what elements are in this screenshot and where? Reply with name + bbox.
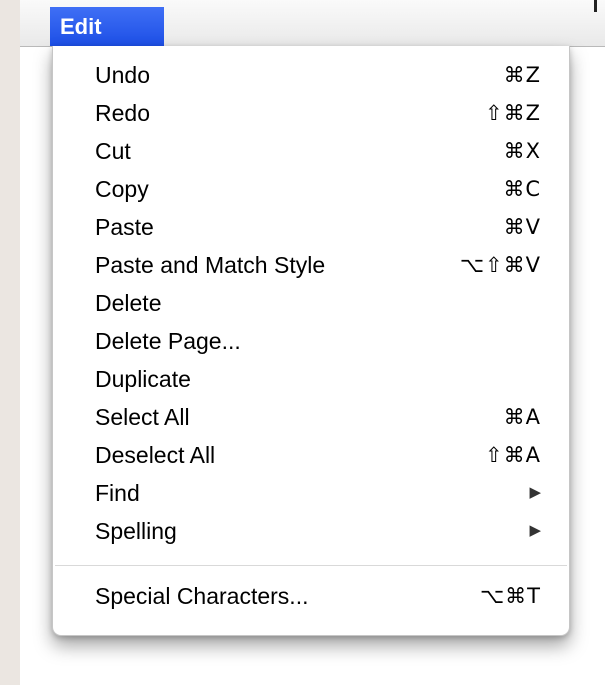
menu-item-label: Cut [95, 138, 131, 164]
menu-bar: Edit [20, 0, 605, 47]
menubar-edge [594, 0, 597, 12]
menu-item-shortcut: ⌘X [503, 139, 541, 163]
menu-item-delete[interactable]: Delete [53, 284, 569, 322]
menu-item-shortcut: ⌘V [503, 215, 541, 239]
menu-item-shortcut: ⌥⌘T [479, 584, 541, 608]
menu-item-duplicate[interactable]: Duplicate [53, 360, 569, 398]
menu-item-cut[interactable]: Cut ⌘X [53, 132, 569, 170]
menu-item-shortcut: ⇧⌘Z [485, 101, 541, 125]
menu-item-label: Special Characters... [95, 583, 309, 609]
submenu-arrow-icon: ▶ [529, 484, 541, 501]
menu-item-label: Delete [95, 290, 162, 316]
menu-separator [55, 565, 567, 566]
menu-item-special-characters[interactable]: Special Characters... ⌥⌘T [53, 577, 569, 615]
menu-item-label: Redo [95, 100, 150, 126]
menu-item-label: Duplicate [95, 366, 191, 392]
menu-item-delete-page[interactable]: Delete Page... [53, 322, 569, 360]
menu-item-paste-and-match-style[interactable]: Paste and Match Style ⌥⇧⌘V [53, 246, 569, 284]
menu-item-shortcut: ⌘C [503, 177, 541, 201]
menu-item-label: Undo [95, 62, 150, 88]
menu-item-redo[interactable]: Redo ⇧⌘Z [53, 94, 569, 132]
menu-item-label: Select All [95, 404, 190, 430]
menu-item-select-all[interactable]: Select All ⌘A [53, 398, 569, 436]
menu-item-spelling[interactable]: Spelling ▶ [53, 512, 569, 550]
menu-item-shortcut: ⌘Z [503, 63, 541, 87]
menu-item-copy[interactable]: Copy ⌘C [53, 170, 569, 208]
edit-menu-dropdown: Undo ⌘Z Redo ⇧⌘Z Cut ⌘X Copy ⌘C Paste ⌘V… [52, 46, 570, 636]
menu-item-label: Copy [95, 176, 149, 202]
menu-item-label: Find [95, 480, 140, 506]
submenu-arrow-icon: ▶ [529, 522, 541, 539]
menu-item-label: Deselect All [95, 442, 216, 468]
menu-item-label: Spelling [95, 518, 177, 544]
screen: Edit Undo ⌘Z Redo ⇧⌘Z Cut ⌘X Copy ⌘C Pas… [20, 0, 605, 685]
menu-item-paste[interactable]: Paste ⌘V [53, 208, 569, 246]
menu-item-shortcut: ⌥⇧⌘V [459, 253, 541, 277]
menu-item-label: Paste [95, 214, 154, 240]
menu-item-label: Paste and Match Style [95, 252, 326, 278]
menu-item-deselect-all[interactable]: Deselect All ⇧⌘A [53, 436, 569, 474]
menu-item-shortcut: ⌘A [503, 405, 541, 429]
menu-item-undo[interactable]: Undo ⌘Z [53, 56, 569, 94]
menu-item-shortcut: ⇧⌘A [485, 443, 541, 467]
edit-menu-title[interactable]: Edit [50, 7, 164, 46]
menu-item-find[interactable]: Find ▶ [53, 474, 569, 512]
menu-item-label: Delete Page... [95, 328, 241, 354]
